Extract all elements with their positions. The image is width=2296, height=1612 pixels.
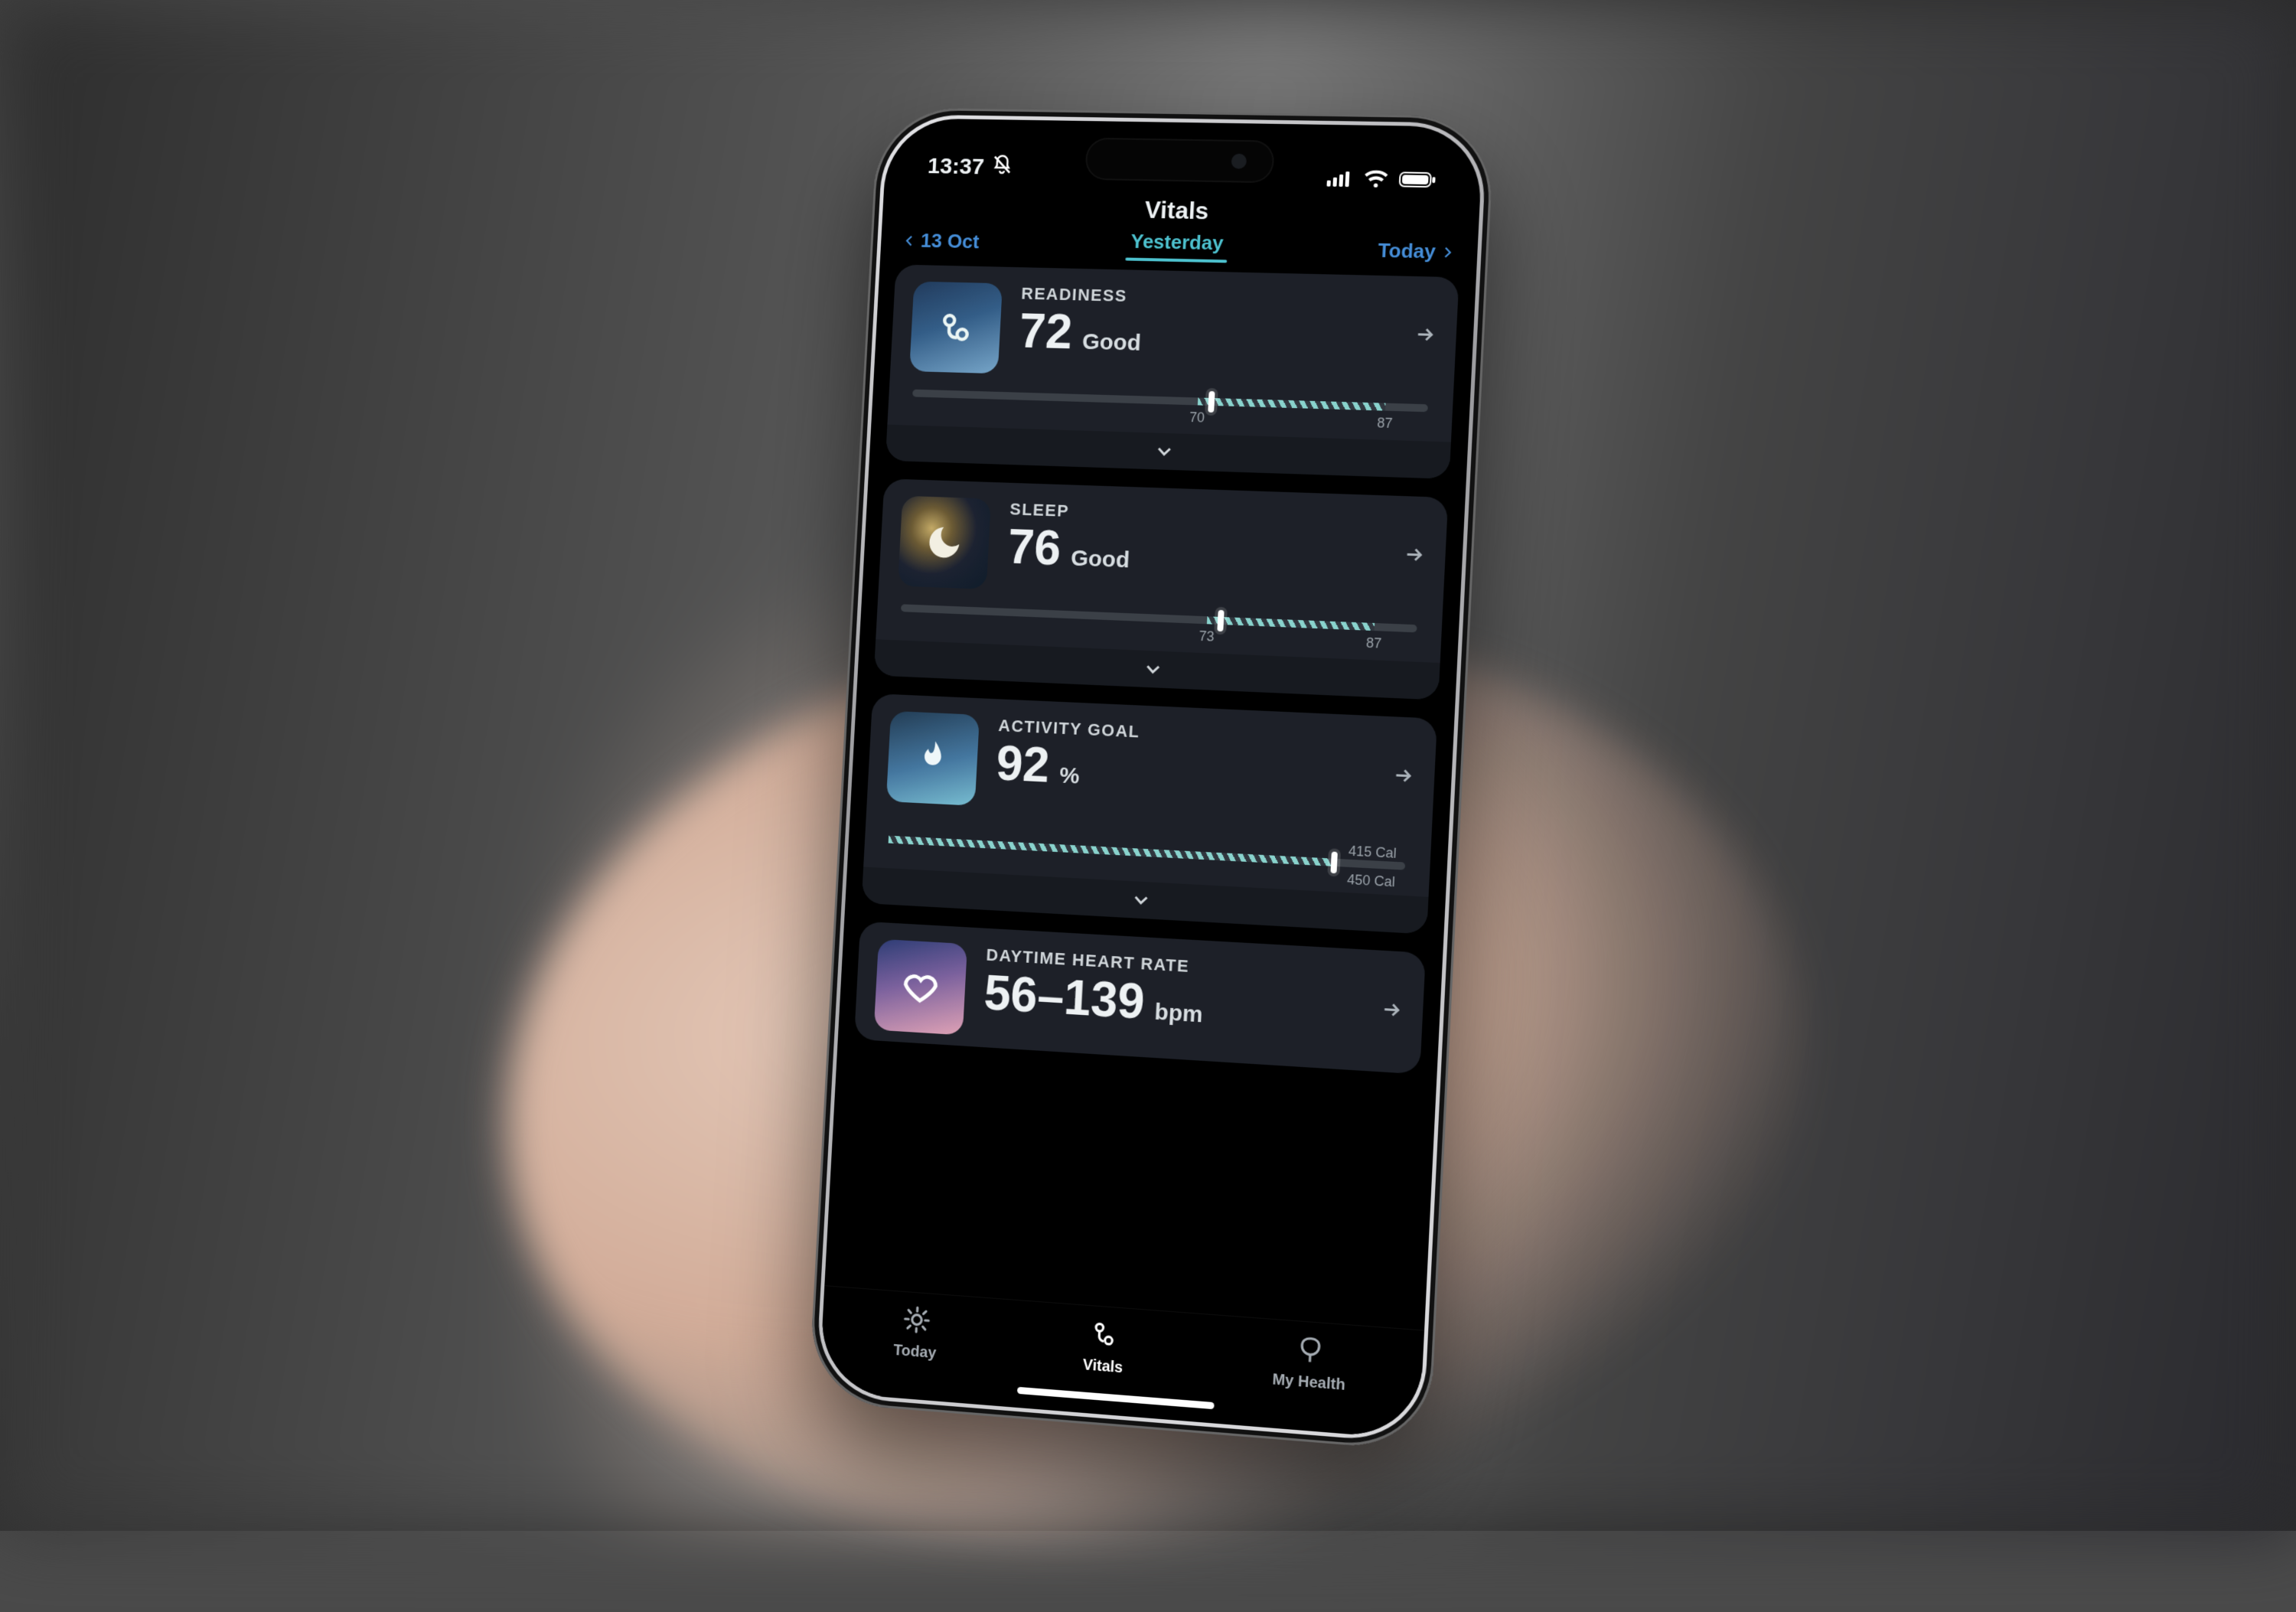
tab-my-health[interactable]: My Health [1272, 1332, 1348, 1395]
chevron-right-icon [1380, 998, 1403, 1025]
readiness-label: READINESS [1021, 284, 1144, 306]
sleep-range-lo: 73 [1199, 628, 1215, 645]
tab-today[interactable]: Today [893, 1304, 939, 1362]
card-readiness[interactable]: READINESS 72 Good [885, 264, 1459, 478]
dynamic-island [1084, 138, 1275, 184]
tab-myhealth-label: My Health [1272, 1371, 1345, 1395]
tab-vitals-label: Vitals [1082, 1356, 1124, 1377]
day-prev-label: 13 Oct [920, 229, 980, 253]
day-next-label: Today [1378, 239, 1437, 264]
phone-frame: 13:37 [808, 107, 1495, 1451]
wifi-icon [1363, 170, 1388, 189]
chevron-right-icon [1392, 765, 1415, 791]
home-indicator[interactable] [1017, 1387, 1215, 1409]
tab-today-label: Today [893, 1342, 937, 1362]
screen: 13:37 [819, 118, 1484, 1440]
day-prev[interactable]: 13 Oct [902, 229, 980, 253]
card-sleep[interactable]: SLEEP 76 Good [874, 478, 1449, 700]
card-activity[interactable]: ACTIVITY GOAL 92 % 415 Cal [862, 693, 1437, 935]
sleep-unit: Good [1070, 546, 1130, 574]
readiness-unit: Good [1081, 329, 1141, 357]
activity-icon [886, 711, 980, 806]
hr-unit: bpm [1154, 1000, 1204, 1029]
battery-icon [1399, 170, 1437, 189]
activity-goal-cal: 450 Cal [1347, 872, 1396, 891]
tree-icon [1295, 1334, 1326, 1371]
chevron-right-icon [1414, 324, 1437, 350]
readiness-range-lo: 70 [1189, 410, 1205, 426]
readiness-value: 72 [1018, 306, 1074, 356]
sleep-value: 76 [1006, 522, 1062, 573]
day-current-label: Yesterday [1130, 230, 1224, 254]
dnd-icon [991, 154, 1013, 181]
activity-value: 92 [995, 739, 1051, 790]
hr-value: 56–139 [983, 968, 1146, 1026]
tab-vitals[interactable]: Vitals [1082, 1318, 1125, 1378]
readiness-range-hi: 87 [1377, 415, 1393, 432]
heart-icon [874, 939, 967, 1036]
chevron-right-icon [1403, 543, 1426, 569]
readiness-icon [909, 282, 1003, 374]
day-current[interactable]: Yesterday [1130, 230, 1224, 263]
sleep-range-hi: 87 [1365, 635, 1381, 652]
day-next[interactable]: Today [1378, 239, 1455, 264]
activity-unit: % [1058, 763, 1080, 790]
status-time: 13:37 [927, 154, 985, 181]
sun-icon [902, 1304, 931, 1340]
card-heart-rate[interactable]: DAYTIME HEART RATE 56–139 bpm [854, 922, 1426, 1075]
sleep-icon [898, 496, 991, 589]
vitals-icon [1089, 1318, 1120, 1354]
cellular-icon [1326, 170, 1353, 188]
